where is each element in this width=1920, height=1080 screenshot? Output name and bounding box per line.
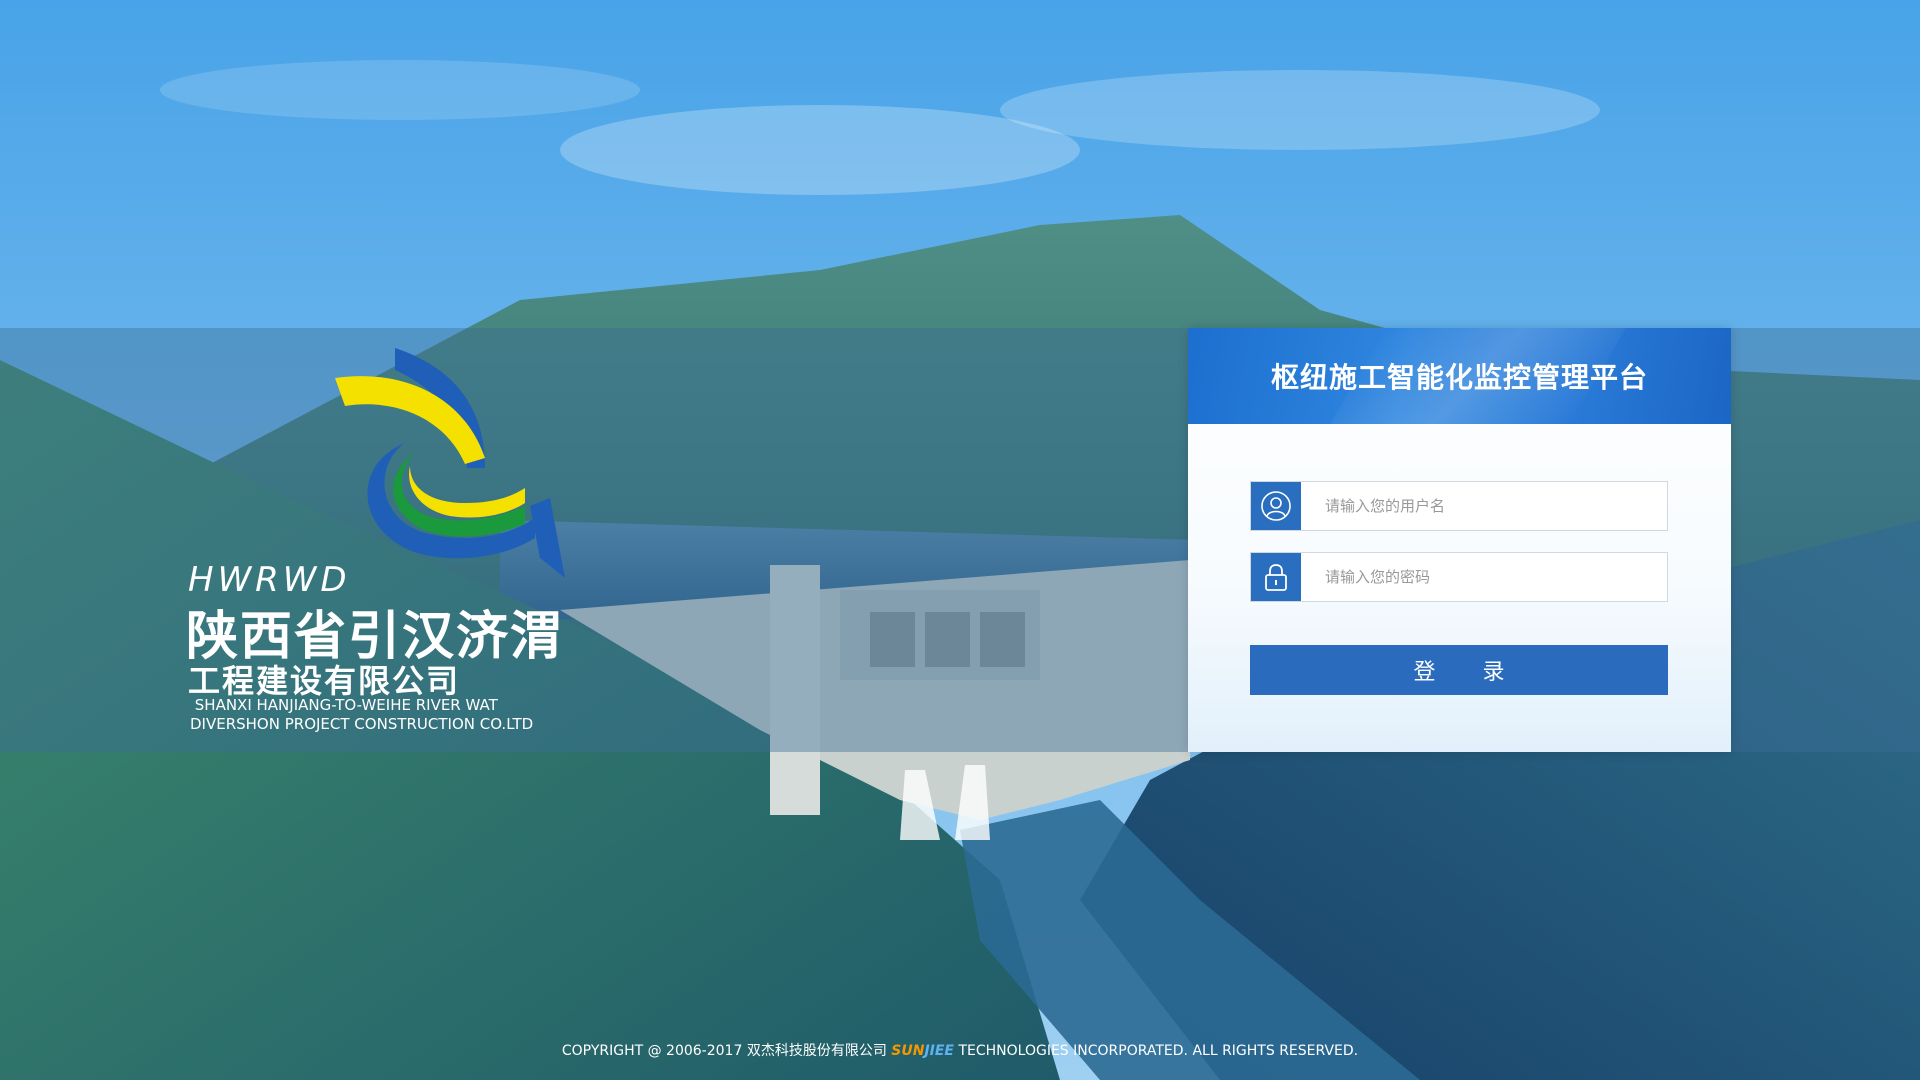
footer-copyright: COPYRIGHT @ 2006-2017 双杰科技股份有限公司 SUNJIEE…	[0, 1040, 1920, 1060]
copyright-prefix: COPYRIGHT @ 2006-2017 双杰科技股份有限公司	[561, 1043, 887, 1059]
company-name-en: SHANXI HANJIANG-TO-WEIHE RIVER WAT DIVER…	[190, 696, 534, 733]
company-logo-icon	[335, 348, 565, 578]
username-field[interactable]	[1250, 481, 1668, 531]
login-panel-header: 枢纽施工智能化监控管理平台	[1188, 328, 1731, 424]
username-input[interactable]	[1301, 482, 1667, 530]
password-field[interactable]	[1250, 552, 1668, 602]
password-input[interactable]	[1301, 553, 1667, 601]
login-button[interactable]: 登 录	[1250, 645, 1668, 695]
login-panel: 枢纽施工智能化监控管理平台 登 录	[1188, 328, 1731, 752]
brand-jet: JIEE	[924, 1043, 954, 1059]
user-icon	[1251, 482, 1301, 530]
copyright-suffix: TECHNOLOGIES INCORPORATED. ALL RIGHTS RE…	[958, 1043, 1359, 1059]
brand-sun: SUN	[891, 1043, 925, 1059]
platform-title: 枢纽施工智能化监控管理平台	[1270, 361, 1648, 394]
lock-icon	[1251, 553, 1301, 601]
